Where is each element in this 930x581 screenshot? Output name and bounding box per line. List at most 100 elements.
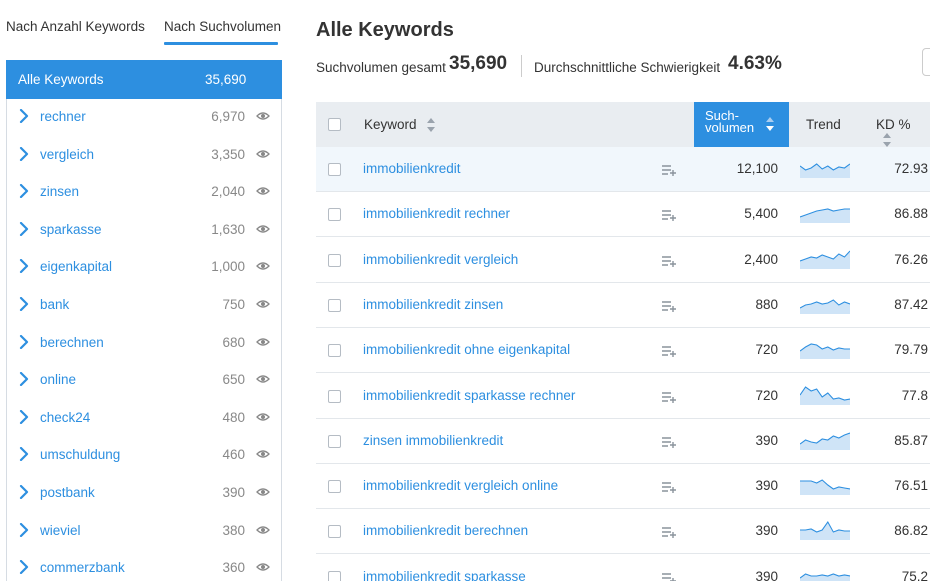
row-checkbox[interactable]	[328, 208, 341, 222]
group-item[interactable]: postbank 390	[6, 475, 282, 512]
total-volume-label: Suchvolumen gesamt	[316, 60, 446, 75]
row-checkbox[interactable]	[328, 525, 341, 539]
eye-icon[interactable]	[256, 525, 270, 535]
keyword-link[interactable]: immobilienkredit vergleich online	[363, 478, 558, 493]
keyword-link[interactable]: immobilienkredit zinsen	[363, 297, 503, 312]
keyword-link[interactable]: zinsen immobilienkredit	[363, 433, 503, 448]
eye-icon[interactable]	[256, 224, 270, 234]
search-volume-value: 2,400	[744, 251, 778, 267]
group-item[interactable]: check24 480	[6, 400, 282, 437]
add-to-list-icon[interactable]	[661, 436, 677, 448]
group-item[interactable]: commerzbank 360	[6, 550, 282, 581]
chevron-right-icon[interactable]	[18, 146, 30, 161]
group-item[interactable]: umschuldung 460	[6, 437, 282, 474]
row-checkbox[interactable]	[328, 344, 341, 358]
toolbar-button[interactable]	[922, 48, 930, 76]
group-item[interactable]: vergleich 3,350	[6, 137, 282, 174]
avg-difficulty-value: 4.63%	[728, 53, 782, 74]
eye-icon[interactable]	[256, 111, 270, 121]
keyword-groups-panel: Nach Anzahl Keywords Nach Suchvolumen Al…	[0, 0, 290, 581]
add-to-list-icon[interactable]	[661, 209, 677, 222]
chevron-right-icon[interactable]	[18, 409, 30, 424]
group-item[interactable]: eigenkapital 1,000	[6, 249, 282, 286]
eye-icon[interactable]	[256, 374, 270, 384]
keyword-link[interactable]: immobilienkredit sparkasse rechner	[363, 388, 575, 403]
keyword-link[interactable]: immobilienkredit ohne eigenkapital	[363, 342, 570, 357]
row-checkbox[interactable]	[328, 298, 341, 312]
add-to-list-icon[interactable]	[661, 164, 677, 176]
keyword-link[interactable]: immobilienkredit sparkasse	[363, 569, 526, 581]
group-item-value: 750	[222, 297, 245, 312]
keyword-link[interactable]: immobilienkredit rechner	[363, 206, 510, 221]
add-to-list-icon[interactable]	[661, 255, 677, 267]
chevron-right-icon[interactable]	[18, 560, 30, 575]
group-item[interactable]: sparkasse 1,630	[6, 212, 282, 249]
tab-by-search-volume[interactable]: Nach Suchvolumen	[164, 19, 281, 34]
chevron-right-icon[interactable]	[18, 447, 30, 462]
group-all-keywords[interactable]: Alle Keywords 35,690	[6, 60, 282, 99]
select-all-checkbox[interactable]	[328, 118, 341, 131]
search-volume-value: 390	[755, 478, 778, 494]
add-to-list-icon[interactable]	[661, 572, 677, 581]
group-item[interactable]: online 650	[6, 362, 282, 399]
row-checkbox[interactable]	[328, 389, 341, 403]
eye-icon[interactable]	[256, 487, 270, 497]
group-item-value: 3,350	[211, 146, 245, 162]
eye-icon[interactable]	[256, 449, 270, 459]
group-item-label: berechnen	[40, 334, 104, 350]
eye-icon[interactable]	[256, 412, 270, 422]
table-row: immobilienkredit vergleich 2,400 76.26	[316, 238, 930, 283]
group-item-value: 1,000	[211, 259, 245, 275]
chevron-right-icon[interactable]	[18, 522, 30, 537]
eye-icon[interactable]	[256, 337, 270, 347]
trend-sparkline	[800, 432, 850, 450]
group-item[interactable]: wieviel 380	[6, 513, 282, 550]
table-row: immobilienkredit zinsen 880 87.42	[316, 283, 930, 328]
row-checkbox[interactable]	[328, 480, 341, 494]
add-to-list-icon[interactable]	[661, 345, 677, 358]
group-item[interactable]: rechner 6,970	[6, 99, 282, 136]
search-volume-value: 390	[755, 523, 778, 539]
row-checkbox[interactable]	[328, 570, 341, 581]
group-item-value: 1,630	[211, 221, 245, 237]
group-item[interactable]: bank 750	[6, 287, 282, 324]
group-item-value: 2,040	[211, 184, 245, 200]
chevron-right-icon[interactable]	[18, 259, 30, 274]
group-item[interactable]: berechnen 680	[6, 325, 282, 362]
chevron-right-icon[interactable]	[18, 297, 30, 311]
tab-by-keyword-count[interactable]: Nach Anzahl Keywords	[6, 19, 145, 34]
group-item-label: postbank	[40, 485, 95, 500]
chevron-right-icon[interactable]	[18, 184, 30, 199]
chevron-right-icon[interactable]	[18, 485, 30, 499]
add-to-list-icon[interactable]	[661, 391, 677, 403]
chevron-right-icon[interactable]	[18, 221, 30, 236]
eye-icon[interactable]	[256, 261, 270, 271]
group-item-value: 6,970	[211, 109, 245, 124]
search-volume-value: 390	[755, 432, 778, 448]
chevron-right-icon[interactable]	[18, 372, 30, 387]
keyword-link[interactable]: immobilienkredit berechnen	[363, 523, 528, 538]
row-checkbox[interactable]	[328, 253, 341, 267]
chevron-right-icon[interactable]	[18, 334, 30, 349]
add-to-list-icon[interactable]	[661, 526, 677, 539]
trend-sparkline	[800, 573, 850, 581]
eye-icon[interactable]	[256, 562, 270, 572]
eye-icon[interactable]	[256, 186, 270, 196]
group-tabs: Nach Anzahl Keywords Nach Suchvolumen	[0, 0, 290, 50]
column-search-volume[interactable]: Such- volumen	[694, 102, 789, 147]
sort-icon	[427, 118, 436, 133]
keyword-link[interactable]: immobilienkredit	[363, 161, 461, 176]
active-tab-indicator	[164, 42, 278, 45]
eye-icon[interactable]	[256, 149, 270, 159]
row-checkbox[interactable]	[328, 434, 341, 448]
group-item[interactable]: zinsen 2,040	[6, 174, 282, 211]
kd-value: 72.93	[894, 161, 928, 176]
group-item-label: rechner	[40, 109, 86, 124]
add-to-list-icon[interactable]	[661, 481, 677, 494]
group-item-label: commerzbank	[40, 560, 125, 576]
chevron-right-icon[interactable]	[18, 109, 30, 123]
add-to-list-icon[interactable]	[661, 300, 677, 312]
eye-icon[interactable]	[256, 299, 270, 309]
row-checkbox[interactable]	[328, 163, 341, 176]
keyword-link[interactable]: immobilienkredit vergleich	[363, 252, 518, 267]
